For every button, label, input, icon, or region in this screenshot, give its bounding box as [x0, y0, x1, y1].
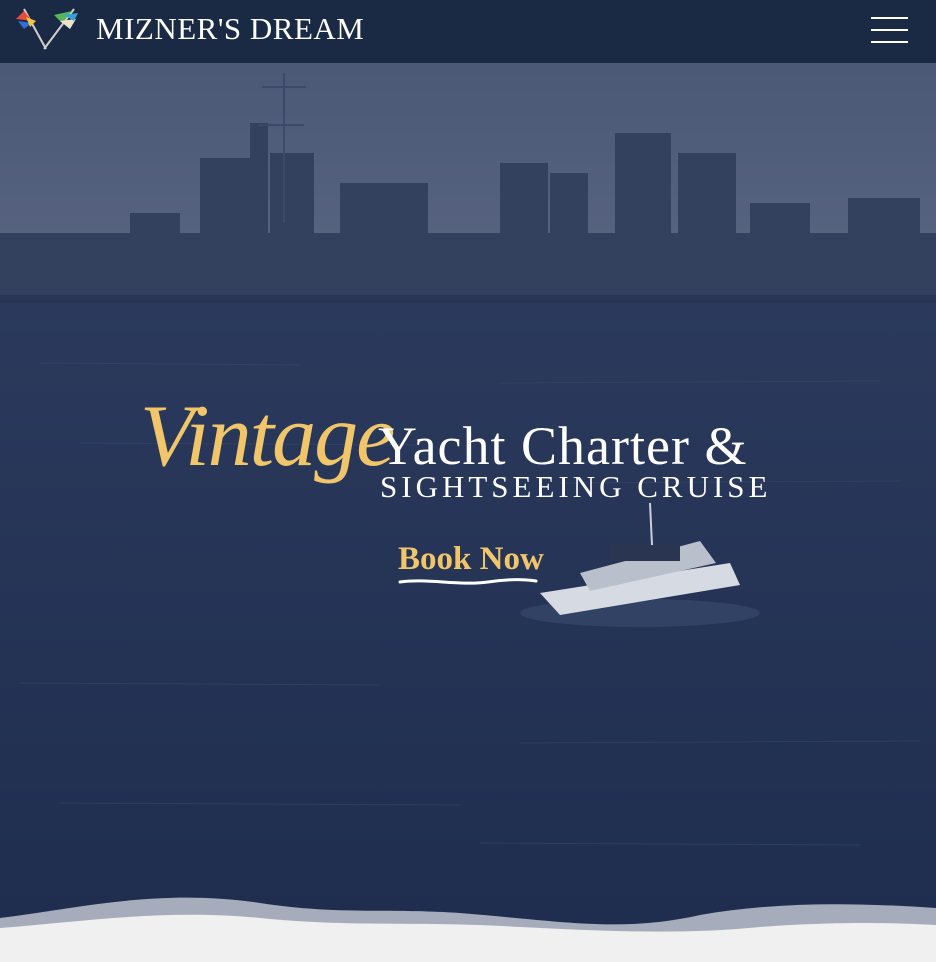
site-header: MIZNER'S DREAM — [0, 0, 936, 63]
book-now-button[interactable]: Book Now — [398, 541, 544, 586]
brand-logo[interactable]: MIZNER'S DREAM — [14, 6, 364, 52]
headline-script: Vintage — [140, 388, 395, 485]
hero-section: Vintage Yacht Charter & SIGHTSEEING CRUI… — [0, 63, 936, 962]
headline-sub: SIGHTSEEING CRUISE — [380, 469, 772, 504]
nautical-flags-icon — [16, 8, 78, 50]
hero-headline: Vintage Yacht Charter & SIGHTSEEING CRUI… — [140, 393, 800, 513]
hamburger-menu-icon[interactable] — [871, 17, 908, 43]
underline-swash-icon — [398, 578, 538, 585]
brand-name: MIZNER'S DREAM — [96, 11, 365, 46]
book-now-label: Book Now — [398, 541, 544, 577]
headline-main: Yacht Charter & — [378, 416, 748, 476]
